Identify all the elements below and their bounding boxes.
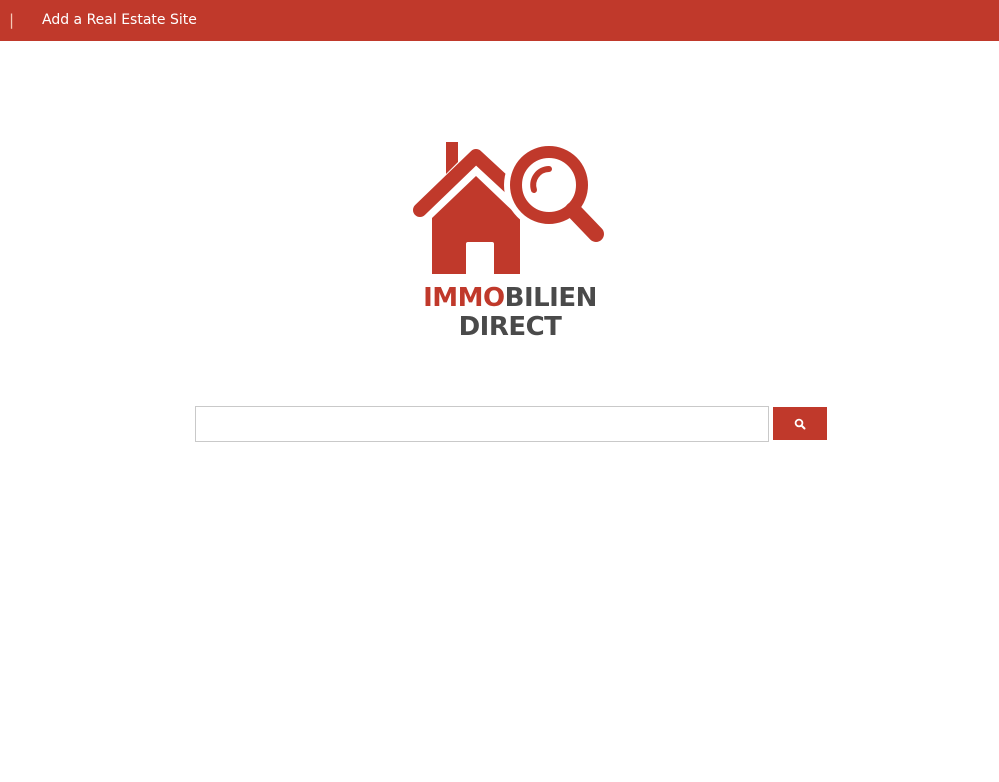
logo-wordmark-line-2: DIRECT — [458, 312, 562, 342]
logo-word-immo: IMMO — [423, 283, 505, 313]
add-real-estate-site-link[interactable]: Add a Real Estate Site — [42, 10, 197, 30]
logo-wordmark-line-1: IMMOBILIEN — [410, 284, 610, 313]
search-input[interactable] — [195, 406, 769, 442]
top-bar-separator: | — [9, 11, 15, 29]
search-button[interactable] — [773, 407, 827, 440]
search-icon — [794, 418, 806, 429]
logo-word-bilien: BILIEN — [504, 283, 598, 313]
logo-wordmark: IMMOBILIEN DIRECT — [410, 284, 610, 342]
top-bar: | Add a Real Estate Site — [0, 0, 999, 41]
